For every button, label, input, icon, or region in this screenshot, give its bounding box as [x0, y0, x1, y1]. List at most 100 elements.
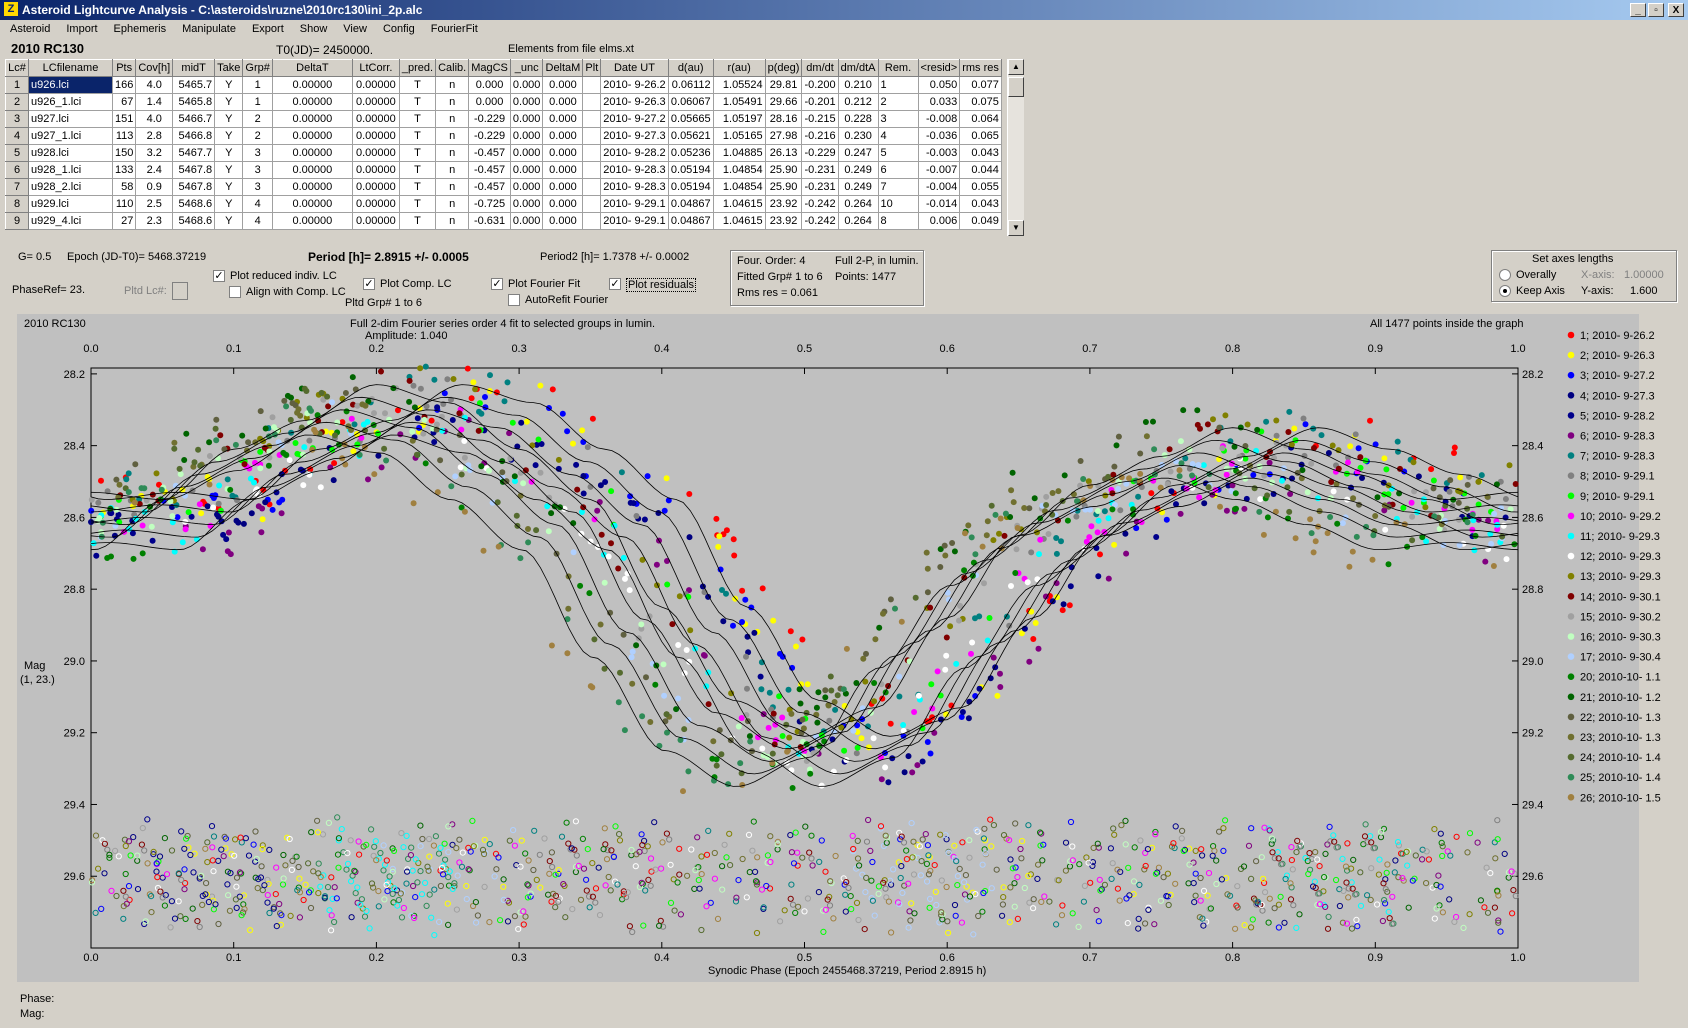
- data-point: [1308, 530, 1315, 537]
- data-point: [438, 413, 445, 420]
- residual-point: [1200, 922, 1207, 929]
- data-point: [1094, 508, 1101, 514]
- y-tick-label-left: 29.6: [64, 871, 85, 883]
- residual-point: [1431, 915, 1438, 922]
- residual-point: [869, 858, 876, 866]
- data-point: [660, 661, 667, 668]
- residual-point: [1205, 870, 1213, 877]
- residual-point: [932, 888, 939, 896]
- residual-point: [430, 842, 437, 849]
- data-point: [532, 462, 539, 469]
- data-point: [306, 437, 313, 444]
- residual-point: [1216, 828, 1223, 835]
- residual-point: [907, 917, 914, 924]
- residual-point: [1394, 839, 1402, 846]
- residual-point: [1093, 907, 1100, 914]
- residual-point: [1330, 832, 1337, 839]
- data-point: [227, 486, 234, 493]
- residual-point: [1035, 861, 1042, 868]
- data-point: [1394, 438, 1401, 445]
- residual-point: [945, 929, 952, 936]
- data-point: [216, 482, 223, 489]
- data-point: [992, 511, 999, 518]
- residual-point: [354, 884, 361, 891]
- residual-point: [818, 837, 825, 844]
- y-tick-label-right: 28.2: [1522, 369, 1543, 381]
- residual-point: [924, 878, 931, 885]
- residual-point: [842, 891, 849, 898]
- fourier-fit-curve: [90, 384, 1519, 737]
- data-point: [301, 444, 308, 451]
- residual-point: [1258, 854, 1265, 861]
- data-point: [858, 735, 865, 742]
- residual-point: [698, 853, 705, 860]
- residual-point: [546, 870, 553, 877]
- residual-point: [453, 906, 460, 913]
- residual-point: [951, 901, 959, 909]
- data-point: [130, 555, 137, 562]
- residual-point: [548, 849, 556, 856]
- residual-point: [386, 873, 393, 880]
- residual-point: [774, 846, 781, 853]
- residual-point: [1172, 880, 1179, 887]
- data-point: [1176, 473, 1183, 480]
- residual-point: [398, 830, 405, 837]
- residual-point: [933, 901, 940, 909]
- data-point: [1045, 531, 1052, 537]
- residual-point: [156, 853, 164, 860]
- data-point: [1503, 556, 1510, 563]
- data-point: [664, 558, 670, 564]
- legend-marker: [1567, 392, 1575, 399]
- x-tick-label-top: 0.2: [369, 343, 384, 355]
- data-point: [153, 470, 160, 477]
- data-point: [281, 397, 288, 404]
- residual-point: [703, 903, 710, 910]
- data-point: [1223, 507, 1230, 514]
- residual-point: [766, 885, 774, 892]
- residual-point: [168, 847, 176, 854]
- data-point: [437, 457, 444, 464]
- data-point: [587, 683, 594, 690]
- lightcurve-chart[interactable]: 0.0 0.0 0.1 0.1 0.2 0.2 0.3 0.3 0.4 0.4 0.5 0.5 0.6 0…: [0, 0, 1688, 1028]
- residual-point: [194, 918, 201, 925]
- data-point: [766, 689, 773, 696]
- data-point: [206, 453, 213, 459]
- residual-point: [1380, 825, 1388, 832]
- data-point: [1088, 523, 1095, 530]
- residual-point: [414, 879, 421, 886]
- data-point: [1455, 499, 1462, 506]
- residual-point: [1030, 896, 1037, 903]
- residual-point: [961, 891, 969, 898]
- residual-point: [1178, 835, 1185, 842]
- residual-point: [987, 816, 994, 823]
- data-point: [1189, 472, 1195, 479]
- data-point: [1148, 490, 1155, 497]
- fourier-fit-curve: [90, 384, 1519, 737]
- data-point: [673, 706, 680, 713]
- data-point: [804, 681, 811, 688]
- residual-point: [628, 852, 635, 859]
- residual-point: [688, 846, 695, 853]
- data-point: [959, 709, 966, 715]
- data-point: [360, 421, 367, 428]
- residual-point: [1438, 839, 1445, 847]
- residual-point: [141, 847, 148, 854]
- data-point: [1177, 510, 1184, 517]
- data-point: [983, 532, 990, 539]
- residual-point: [629, 928, 636, 936]
- residual-point: [1259, 907, 1266, 914]
- residual-point: [530, 866, 537, 874]
- residual-point: [456, 836, 463, 843]
- data-point: [204, 503, 211, 510]
- residual-point: [444, 900, 451, 907]
- data-point: [138, 485, 145, 492]
- data-point: [943, 634, 950, 641]
- residual-point: [583, 876, 590, 883]
- residual-point: [745, 831, 753, 839]
- data-point: [349, 374, 356, 381]
- data-point: [1067, 583, 1074, 590]
- data-point: [1451, 444, 1458, 451]
- residual-point: [1192, 847, 1199, 855]
- residual-point: [910, 838, 917, 845]
- data-point: [876, 624, 883, 631]
